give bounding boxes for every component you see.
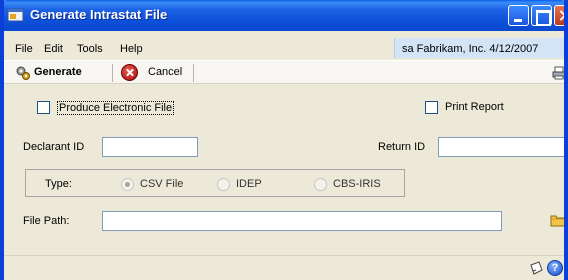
maximize-button[interactable] [531, 5, 552, 26]
toolbar-separator [112, 64, 113, 82]
cancel-button[interactable]: Cancel [148, 66, 182, 78]
declarant-id-label: Declarant ID [23, 141, 85, 153]
minimize-button[interactable] [508, 5, 529, 26]
declarant-id-field[interactable] [102, 137, 198, 157]
folder-icon[interactable] [550, 213, 566, 227]
printer-icon[interactable] [552, 66, 566, 80]
window-title: Generate Intrastat File [30, 7, 168, 22]
type-cbs-iris-label[interactable]: CBS-IRIS [333, 178, 381, 190]
produce-electronic-label[interactable]: Produce Electronic File [57, 101, 175, 115]
type-idep-label[interactable]: IDEP [236, 178, 262, 190]
print-report-checkbox[interactable] [425, 101, 438, 114]
return-id-label: Return ID [378, 141, 426, 153]
close-button[interactable] [554, 5, 564, 26]
file-path-label: File Path: [23, 215, 70, 227]
type-idep-radio[interactable] [217, 178, 230, 191]
note-icon[interactable] [528, 260, 544, 276]
menu-bar: File Edit Tools Help sa Fabrikam, Inc. 4… [4, 38, 564, 58]
toolbar: Generate Cancel [4, 60, 564, 84]
type-csv-label[interactable]: CSV File [140, 178, 183, 190]
menu-edit[interactable]: Edit [44, 43, 63, 55]
status-bar: ? [4, 255, 564, 280]
type-cbs-iris-radio[interactable] [314, 178, 327, 191]
cancel-icon[interactable] [121, 64, 138, 81]
type-group: Type: CSV File IDEP CBS-IRIS [25, 169, 405, 197]
menu-tools[interactable]: Tools [77, 43, 103, 55]
generate-button[interactable]: Generate [34, 66, 82, 78]
toolbar-separator [193, 64, 194, 82]
return-id-field[interactable] [438, 137, 564, 157]
help-icon[interactable]: ? [547, 260, 563, 276]
session-info: sa Fabrikam, Inc. 4/12/2007 [394, 38, 564, 58]
menu-help[interactable]: Help [120, 43, 143, 55]
gears-icon[interactable] [15, 65, 31, 81]
menu-file[interactable]: File [15, 43, 33, 55]
produce-electronic-checkbox[interactable] [37, 101, 50, 114]
title-bar[interactable]: Generate Intrastat File [4, 0, 564, 31]
print-report-label[interactable]: Print Report [445, 101, 504, 113]
app-window-icon [7, 8, 24, 22]
dialog-window: Generate Intrastat File File Edit Tools … [0, 0, 568, 280]
type-label: Type: [45, 178, 72, 190]
type-csv-radio[interactable] [121, 178, 134, 191]
form-area: Produce Electronic File Print Report Dec… [4, 85, 564, 255]
file-path-field[interactable] [102, 211, 502, 231]
